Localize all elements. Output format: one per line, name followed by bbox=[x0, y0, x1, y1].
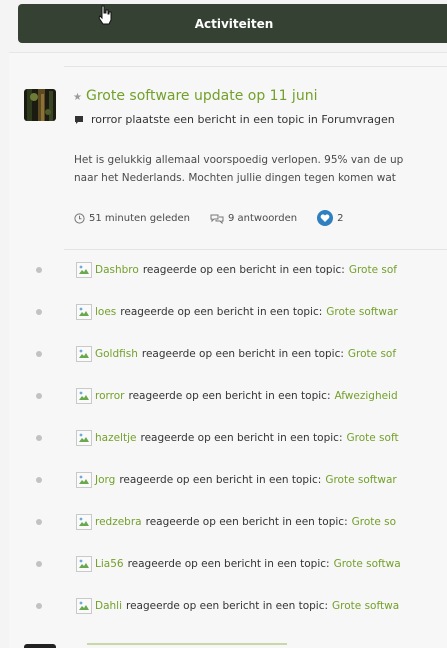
activity-text: reageerde op een bericht in een topic: bbox=[128, 390, 331, 402]
activity-content: redzebra reageerde op een bericht in een … bbox=[76, 514, 396, 530]
post-replies: 9 antwoorden bbox=[227, 212, 298, 224]
star-icon: ★ bbox=[73, 92, 82, 103]
activity-user[interactable]: loes bbox=[95, 306, 116, 318]
avatar[interactable] bbox=[24, 89, 56, 121]
list-item: Lia56 reageerde op een bericht in een top… bbox=[0, 552, 447, 576]
activity-content: Dashbro reageerde op een bericht in een t… bbox=[76, 262, 397, 278]
time-stat: 51 minuten geleden bbox=[74, 213, 190, 224]
next-post-avatar[interactable] bbox=[24, 644, 56, 648]
activity-user[interactable]: redzebra bbox=[95, 516, 142, 528]
activity-text: reageerde op een bericht in een topic: bbox=[127, 558, 330, 570]
activity-topic-link[interactable]: Grote softwa bbox=[332, 600, 399, 612]
post-title[interactable]: Grote software update op 11 juni bbox=[86, 88, 317, 104]
replies-icon bbox=[210, 214, 224, 224]
next-post-title[interactable] bbox=[87, 643, 287, 648]
list-item: Jorg reageerde op een bericht in een topi… bbox=[0, 468, 447, 492]
list-item: hazeltje reageerde op een bericht in een … bbox=[0, 426, 447, 450]
activity-content: Jorg reageerde op een bericht in een topi… bbox=[76, 472, 397, 488]
post-excerpt: Het is gelukkig allemaal voorspoedig ver… bbox=[74, 151, 447, 187]
post-stats: 51 minuten geleden 9 antwoorden 2 bbox=[74, 210, 343, 226]
tab-activiteiten-label: Activiteiten bbox=[194, 16, 274, 31]
activity-topic-link[interactable]: Grote softwar bbox=[326, 306, 397, 318]
activity-topic-link[interactable]: Grote soft bbox=[346, 432, 398, 444]
bullet-icon bbox=[36, 309, 42, 315]
bullet-icon bbox=[36, 519, 42, 525]
bullet-icon bbox=[36, 267, 42, 273]
list-item: redzebra reageerde op een bericht in een … bbox=[0, 510, 447, 534]
excerpt-line: Het is gelukkig allemaal voorspoedig ver… bbox=[74, 154, 404, 166]
activity-user[interactable]: Dashbro bbox=[95, 264, 139, 276]
broken-image-icon bbox=[76, 346, 92, 362]
list-item: rorror reageerde op een bericht in een to… bbox=[0, 384, 447, 408]
activity-topic-link[interactable]: Grote so bbox=[352, 516, 396, 528]
activity-topic-link[interactable]: Grote softwar bbox=[325, 474, 396, 486]
bullet-icon bbox=[36, 477, 42, 483]
activity-text: reageerde op een bericht in een topic: bbox=[120, 306, 323, 318]
activity-text: reageerde op een bericht in een topic: bbox=[142, 264, 345, 276]
bullet-icon bbox=[36, 351, 42, 357]
activity-topic-link[interactable]: Afwezigheid bbox=[334, 390, 397, 402]
post-meta-text: rorror plaatste een bericht in een topic… bbox=[91, 113, 395, 126]
list-item: Dahli reageerde op een bericht in een top… bbox=[0, 594, 447, 618]
bullet-icon bbox=[36, 603, 42, 609]
activity-content: rorror reageerde op een bericht in een to… bbox=[76, 388, 398, 404]
list-item: Dashbro reageerde op een bericht in een t… bbox=[0, 258, 447, 282]
divider bbox=[64, 249, 447, 250]
excerpt-line: naar het Nederlands. Mochten jullie ding… bbox=[74, 172, 396, 184]
post-likes: 2 bbox=[337, 212, 344, 224]
broken-image-icon bbox=[76, 556, 92, 572]
activity-content: Dahli reageerde op een bericht in een top… bbox=[76, 598, 399, 614]
activity-topic-link[interactable]: Grote softwa bbox=[334, 558, 401, 570]
broken-image-icon bbox=[76, 304, 92, 320]
activity-user[interactable]: rorror bbox=[95, 390, 124, 402]
hand-cursor-icon bbox=[98, 5, 112, 25]
activity-user[interactable]: Jorg bbox=[95, 474, 115, 486]
broken-image-icon bbox=[76, 598, 92, 614]
broken-image-icon bbox=[76, 430, 92, 446]
broken-image-icon bbox=[76, 262, 92, 278]
activity-topic-link[interactable]: Grote sof bbox=[348, 348, 396, 360]
activity-content: loes reageerde op een bericht in een topi… bbox=[76, 304, 398, 320]
list-item: Goldfish reageerde op een bericht in een … bbox=[0, 342, 447, 366]
chat-icon bbox=[75, 115, 83, 124]
divider bbox=[64, 66, 447, 67]
broken-image-icon bbox=[76, 514, 92, 530]
activity-text: reageerde op een bericht in een topic: bbox=[119, 474, 322, 486]
activity-text: reageerde op een bericht in een topic: bbox=[140, 432, 343, 444]
post-meta: rorror plaatste een bericht in een topic… bbox=[74, 113, 395, 126]
clock-icon bbox=[74, 212, 85, 224]
heart-icon bbox=[317, 210, 334, 226]
activity-user[interactable]: Lia56 bbox=[95, 558, 124, 570]
activity-user[interactable]: hazeltje bbox=[95, 432, 136, 444]
avatar-image bbox=[24, 89, 56, 121]
broken-image-icon bbox=[76, 472, 92, 488]
activity-user[interactable]: Goldfish bbox=[95, 348, 138, 360]
broken-image-icon bbox=[76, 388, 92, 404]
bullet-icon bbox=[36, 393, 42, 399]
activity-user[interactable]: Dahli bbox=[95, 600, 122, 612]
activity-content: Goldfish reageerde op een bericht in een … bbox=[76, 346, 396, 362]
activity-content: hazeltje reageerde op een bericht in een … bbox=[76, 430, 399, 446]
tab-activiteiten[interactable]: Activiteiten bbox=[18, 4, 447, 43]
replies-stat[interactable]: 9 antwoorden bbox=[210, 213, 297, 224]
post-time: 51 minuten geleden bbox=[89, 212, 190, 224]
activity-text: reageerde op een bericht in een topic: bbox=[141, 348, 344, 360]
bullet-icon bbox=[36, 561, 42, 567]
activity-topic-link[interactable]: Grote sof bbox=[349, 264, 397, 276]
activity-text: reageerde op een bericht in een topic: bbox=[126, 600, 329, 612]
bullet-icon bbox=[36, 435, 42, 441]
activity-text: reageerde op een bericht in een topic: bbox=[145, 516, 348, 528]
activity-content: Lia56 reageerde op een bericht in een top… bbox=[76, 556, 401, 572]
list-item: loes reageerde op een bericht in een topi… bbox=[0, 300, 447, 324]
likes-stat[interactable]: 2 bbox=[317, 210, 343, 226]
